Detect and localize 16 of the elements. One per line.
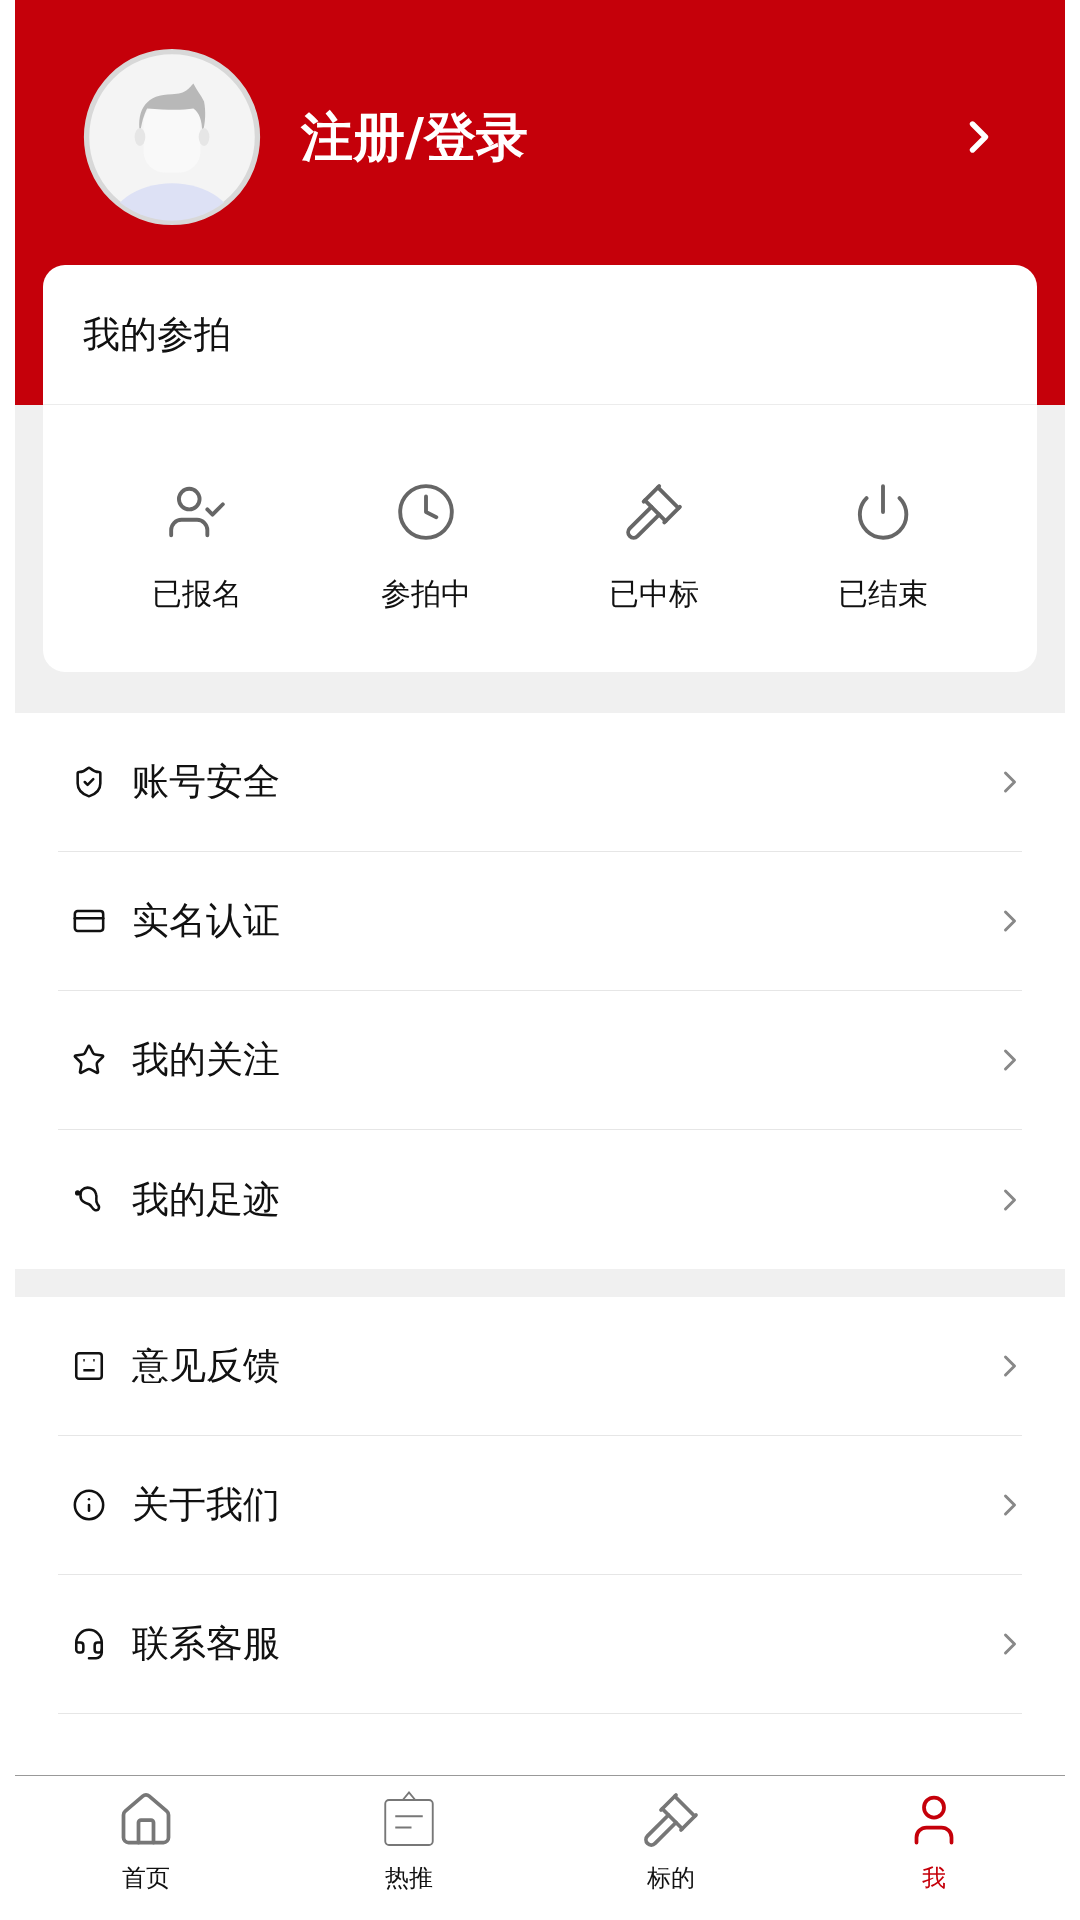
status-shortcut[interactable]: 已报名 xyxy=(83,405,312,672)
status-shortcut[interactable]: 参拍中 xyxy=(311,405,540,672)
nav-tab[interactable]: 热推 xyxy=(277,1776,540,1920)
menu-item[interactable]: 关于我们 xyxy=(15,1436,1065,1575)
menu-item[interactable]: 我的足迹 xyxy=(15,1130,1065,1269)
menu-item[interactable]: 联系客服 xyxy=(15,1575,1065,1714)
status-shortcut[interactable]: 已中标 xyxy=(540,405,769,672)
menu-item[interactable]: 账号安全 xyxy=(15,713,1065,852)
menu-item[interactable]: 我的关注 xyxy=(15,991,1065,1130)
menu-item[interactable]: 实名认证 xyxy=(15,852,1065,991)
nav-tab[interactable]: 首页 xyxy=(15,1776,278,1920)
menu-item[interactable]: 意见反馈 xyxy=(15,1297,1065,1436)
status-shortcut[interactable]: 已结束 xyxy=(768,405,997,672)
card-title: 我的参拍 xyxy=(83,311,231,358)
nav-tab[interactable]: 标的 xyxy=(540,1776,803,1920)
nav-tab[interactable]: 我 xyxy=(802,1776,1065,1920)
